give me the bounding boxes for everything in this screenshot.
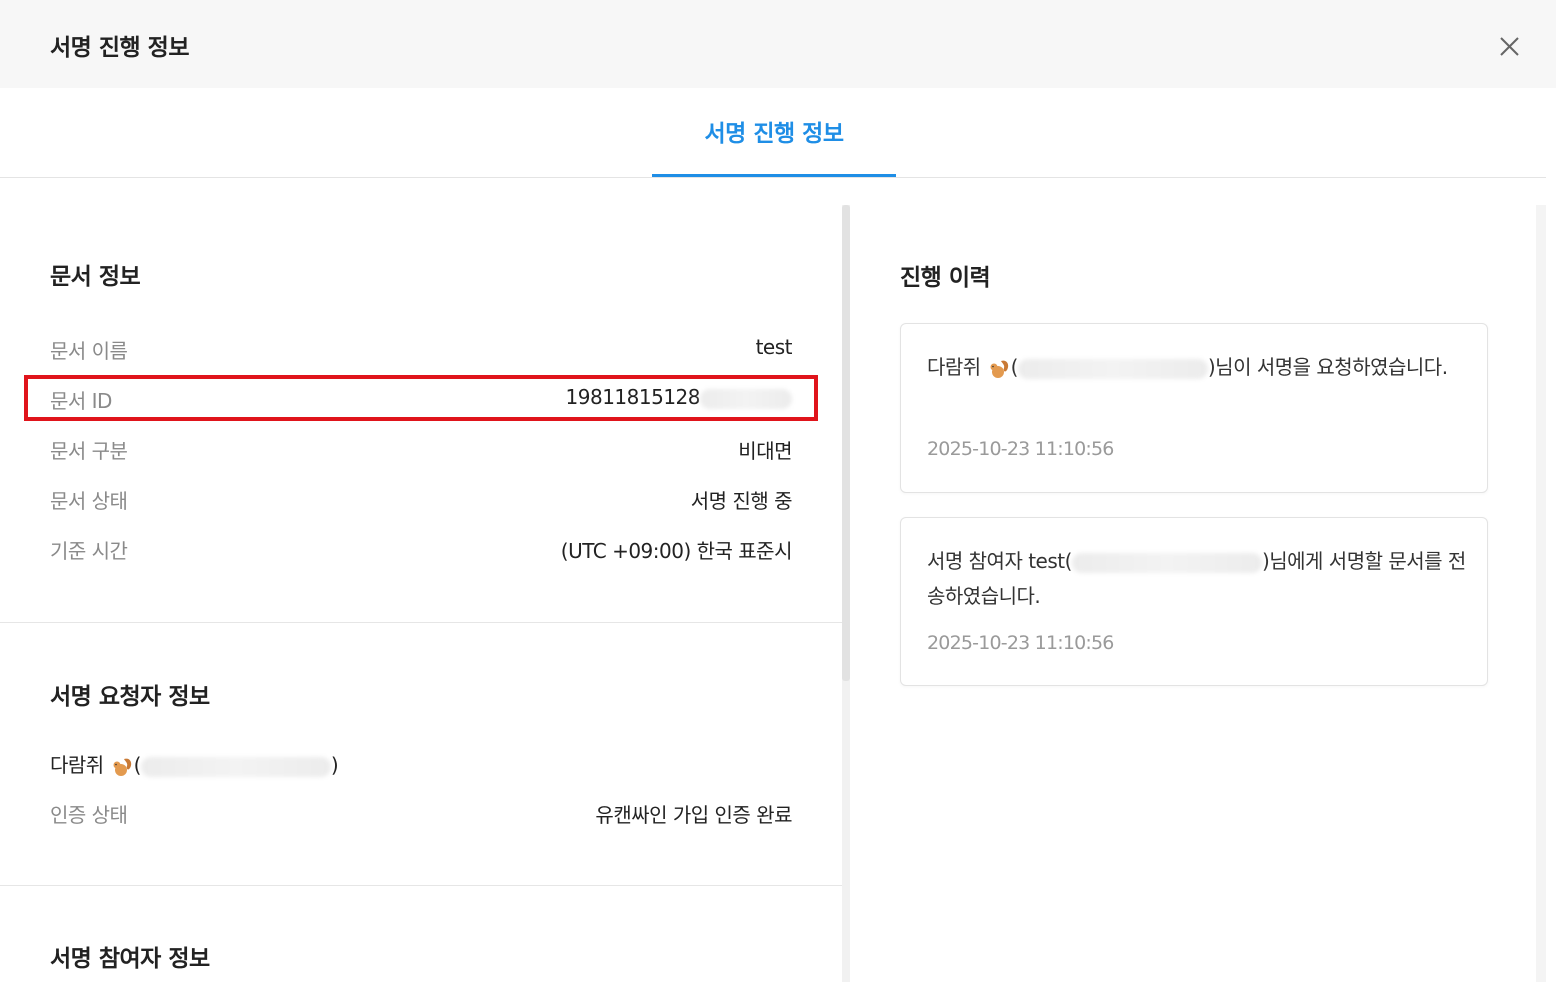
signature-progress-modal: 서명 진행 정보 서명 진행 정보 문서 정보 문서 이름 test 문서 ID… — [0, 0, 1556, 982]
section-divider — [0, 885, 842, 886]
right-scroll-edge — [1536, 205, 1546, 982]
history-paren-open: ( — [1010, 355, 1019, 379]
close-button[interactable] — [1492, 30, 1526, 64]
requester-email-redacted — [140, 756, 331, 777]
requester-name: 다람쥐 () — [50, 749, 339, 779]
document-status-value: 서명 진행 중 — [690, 489, 793, 513]
timezone-label: 기준 시간 — [50, 539, 128, 563]
modal-title: 서명 진행 정보 — [50, 35, 189, 61]
history-timestamp: 2025-10-23 11:10:56 — [927, 632, 1114, 654]
document-type-label: 문서 구분 — [50, 439, 128, 463]
requester-paren-open: ( — [133, 753, 142, 777]
history-message: 서명 참여자 test()님에게 서명할 문서를 전송하였습니다. — [927, 544, 1467, 614]
history-title: 진행 이력 — [900, 265, 991, 291]
auth-status-value: 유캔싸인 가입 인증 완료 — [595, 803, 792, 827]
history-card: 다람쥐 ( )님이 서명을 요청하였습니다. 2025-10-23 11:10:5… — [900, 323, 1488, 493]
history-timestamp: 2025-10-23 11:10:56 — [927, 438, 1114, 460]
history-message-text: )님이 서명을 요청하였습니다. — [1207, 355, 1448, 379]
history-actor: 다람쥐 — [927, 355, 981, 379]
close-icon — [1500, 37, 1519, 56]
info-pane: 문서 정보 문서 이름 test 문서 ID 19811815128 문서 구분… — [0, 179, 842, 982]
document-id-text: 19811815128 — [565, 385, 701, 409]
modal-header: 서명 진행 정보 — [0, 0, 1556, 88]
squirrel-emoji-icon — [113, 758, 131, 776]
timezone-value: (UTC +09:00) 한국 표준시 — [560, 539, 793, 563]
history-email-redacted — [1017, 358, 1208, 379]
tab-signature-progress[interactable]: 서명 진행 정보 — [652, 88, 896, 178]
auth-status-label: 인증 상태 — [50, 803, 128, 827]
history-actor: 서명 참여자 test( — [927, 549, 1072, 573]
active-tab-indicator — [652, 174, 896, 177]
requester-name-text: 다람쥐 — [50, 753, 104, 777]
history-message: 다람쥐 ( )님이 서명을 요청하였습니다. — [927, 350, 1467, 385]
document-name-value: test — [755, 335, 793, 359]
squirrel-emoji-icon — [990, 360, 1008, 378]
requester-info-title: 서명 요청자 정보 — [50, 684, 210, 710]
tab-bar: 서명 진행 정보 — [0, 88, 1546, 178]
history-card: 서명 참여자 test()님에게 서명할 문서를 전송하였습니다. 2025-1… — [900, 517, 1488, 686]
section-divider — [0, 622, 842, 623]
document-id-label: 문서 ID — [50, 389, 112, 413]
requester-paren-close: ) — [330, 753, 339, 777]
document-status-label: 문서 상태 — [50, 489, 128, 513]
document-id-redacted — [700, 388, 792, 409]
document-name-label: 문서 이름 — [50, 339, 128, 363]
participant-info-title: 서명 참여자 정보 — [50, 946, 210, 972]
document-type-value: 비대면 — [738, 439, 792, 463]
document-id-value: 19811815128 — [566, 385, 792, 409]
history-email-redacted — [1071, 552, 1262, 573]
scrollbar-thumb[interactable] — [842, 205, 850, 681]
document-info-title: 문서 정보 — [50, 264, 141, 290]
